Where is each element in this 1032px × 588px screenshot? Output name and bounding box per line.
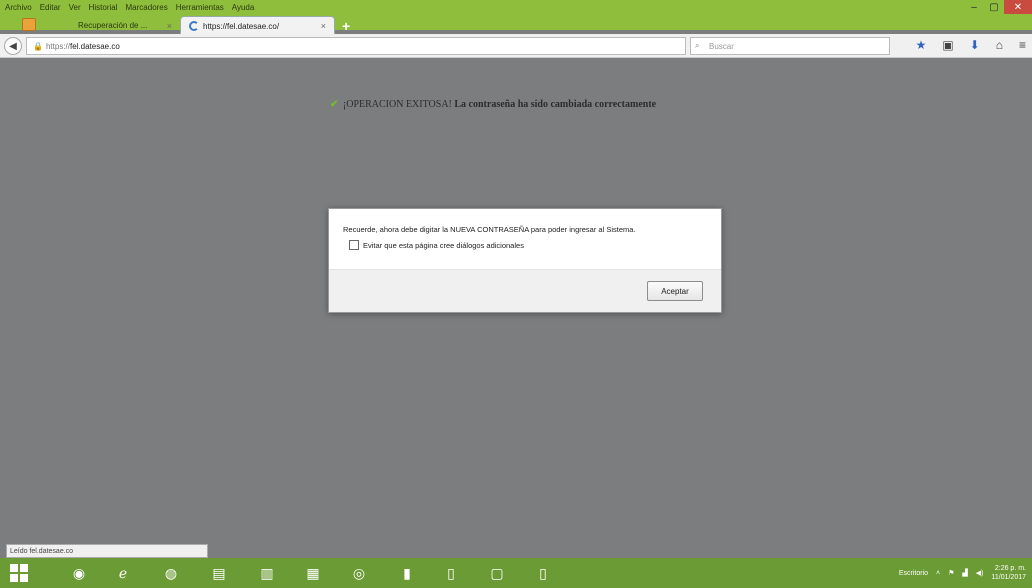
loading-icon [189,21,199,31]
dialog-message: Recuerde, ahora debe digitar la NUEVA CO… [343,225,636,234]
menu-bar: Archivo Editar Ver Historial Marcadores … [5,3,254,12]
minimize-icon[interactable]: – [964,0,984,14]
back-arrow-icon[interactable]: ◀ [4,37,22,55]
spreadsheet-icon[interactable]: ▢ [486,562,508,584]
tab-title: https://fel.datesae.co/ [203,21,280,31]
clock-date: 11/01/2017 [991,574,1026,581]
tab-recuperacion[interactable]: Recuperación de ... × [70,16,180,35]
blank-document-icon[interactable]: ▯ [532,562,554,584]
url-scheme: https:// [45,41,70,51]
checkbox-label: Evitar que esta página cree diálogos adi… [363,240,524,250]
new-tab-icon[interactable]: + [342,18,350,34]
chrome-icon[interactable]: ◉ [68,562,90,584]
word-document-icon[interactable]: ▯ [440,562,462,584]
menu-archivo[interactable]: Archivo [5,3,32,12]
tab-strip: Recuperación de ... × https://fel.datesa… [0,14,1032,35]
search-engine-icon[interactable]: ⌕ [695,41,709,51]
windows-start-icon[interactable] [8,562,30,584]
close-tab-icon[interactable]: × [167,21,172,31]
bookmarks-list-icon[interactable]: ▣ [942,38,953,52]
tab-active[interactable]: https://fel.datesae.co/ × [180,16,335,35]
menu-marcadores[interactable]: Marcadores [126,3,168,12]
search-input[interactable]: ⌕ Buscar [690,37,890,55]
system-tray: Escritorio ˄ ⚑ ▟ ◀) 2:26 p. m. 11/01/201… [899,564,1026,582]
url-host: fel.datesae.co [69,41,120,51]
dialog-body: Recuerde, ahora debe digitar la NUEVA CO… [329,209,721,269]
firefox-icon[interactable]: ◍ [160,562,182,584]
checkmark-icon: ✔ [330,99,339,110]
lock-icon[interactable]: 🔒 [33,42,43,51]
url-bar[interactable]: 🔒 https:// fel.datesae.co [26,37,686,55]
status-bar: Leído fel.datesae.co [6,544,208,558]
prevent-dialogs-checkbox[interactable]: Evitar que esta página cree diálogos adi… [349,240,524,250]
search-placeholder: Buscar [709,41,734,51]
photos-icon[interactable]: ▦ [302,562,324,584]
alert-dialog: Recuerde, ahora debe digitar la NUEVA CO… [328,208,722,313]
page-content: ✔ ¡OPERACION EXITOSA! La contraseña ha s… [0,59,1032,544]
home-icon[interactable]: ⌂ [996,38,1003,52]
navigation-bar: ◀ 🔒 https:// fel.datesae.co ⌕ Buscar ★ ▣… [0,34,1032,58]
menu-herramientas[interactable]: Herramientas [176,3,224,12]
menu-ayuda[interactable]: Ayuda [232,3,255,12]
success-text: La contraseña ha sido cambiada correctam… [454,99,657,110]
document-icon[interactable]: ▮ [396,562,418,584]
hamburger-menu-icon[interactable]: ≡ [1019,38,1026,52]
menu-editar[interactable]: Editar [40,3,61,12]
media-icon[interactable]: ◎ [348,562,370,584]
network-icon[interactable]: ▟ [962,569,967,577]
taskbar: ◉ ℯ ◍ ▤ ▥ ▦ ◎ ▮ ▯ ▢ ▯ Escritorio ˄ ⚑ ▟ ◀… [0,558,1032,588]
desktop-toolbar-label[interactable]: Escritorio [899,570,928,577]
flag-icon[interactable]: ⚑ [948,569,954,577]
volume-icon[interactable]: ◀) [976,569,984,577]
file-explorer-icon[interactable]: ▤ [208,562,230,584]
menu-ver[interactable]: Ver [69,3,81,12]
bookmark-star-icon[interactable]: ★ [916,38,927,52]
success-prefix: ¡OPERACION EXITOSA! [342,99,452,110]
checkbox-box[interactable] [349,240,359,250]
clock-time: 2:26 p. m. [994,565,1026,572]
internet-explorer-icon[interactable]: ℯ [112,562,134,584]
menu-historial[interactable]: Historial [89,3,118,12]
app-icon[interactable]: ▥ [256,562,278,584]
clock[interactable]: 2:26 p. m. 11/01/2017 [991,564,1026,582]
toolbar-icons: ★ ▣ ⬇ ⌂ ≡ [916,38,1026,52]
close-tab-icon[interactable]: × [321,21,326,31]
window-controls: – ▢ ✕ [964,0,1032,14]
browser-app-icon[interactable] [22,18,36,31]
maximize-icon[interactable]: ▢ [984,0,1004,14]
dialog-footer: Aceptar [329,269,721,312]
success-message: ✔ ¡OPERACION EXITOSA! La contraseña ha s… [330,99,656,110]
close-window-icon[interactable]: ✕ [1004,0,1032,14]
tray-chevron-icon[interactable]: ˄ [936,570,940,577]
accept-button[interactable]: Aceptar [647,281,703,301]
tab-title: Recuperación de ... [78,21,148,30]
download-icon[interactable]: ⬇ [970,38,980,52]
